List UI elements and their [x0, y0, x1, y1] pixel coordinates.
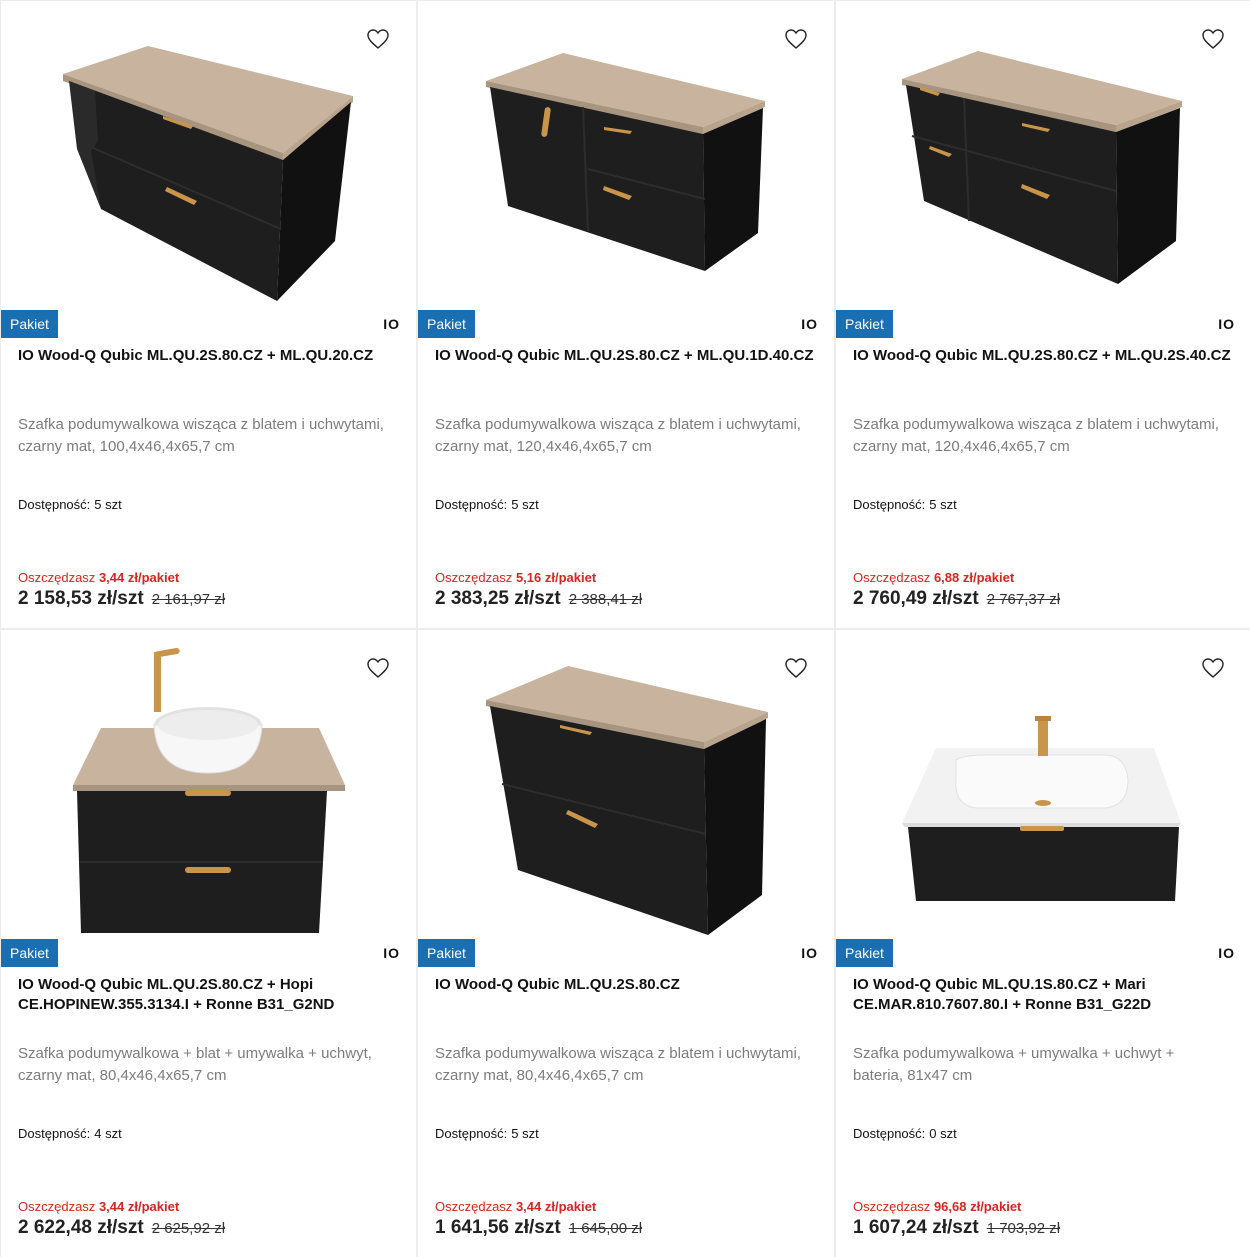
old-price: 2 625,92 zł: [151, 1220, 226, 1237]
savings-value: 3,44 zł/pakiet: [98, 1199, 180, 1214]
availability: Dostępność: 5 szt: [853, 497, 957, 512]
product-description: Szafka podumywalkowa wisząca z blatem i …: [18, 416, 384, 455]
package-badge: Pakiet: [418, 939, 475, 967]
savings-value: 96,68 zł/pakiet: [933, 1199, 1022, 1214]
product-image[interactable]: [836, 630, 1250, 935]
current-price: 1 641,56 zł/szt: [435, 1217, 561, 1238]
brand-label: IO: [383, 316, 400, 332]
wishlist-heart-icon[interactable]: [784, 656, 808, 680]
availability: Dostępność: 0 szt: [853, 1126, 957, 1141]
product-description: Szafka podumywalkowa wisząca z blatem i …: [853, 416, 1219, 455]
availability: Dostępność: 5 szt: [18, 497, 122, 512]
savings: Oszczędzasz 3,44 zł/pakiet: [18, 1199, 179, 1214]
availability: Dostępność: 5 szt: [435, 1126, 539, 1141]
product-card[interactable]: Pakiet IO IO Wood-Q Qubic ML.QU.1S.80.CZ…: [836, 630, 1250, 1257]
availability-value: 5 szt: [511, 497, 539, 512]
savings-label: Oszczędzasz: [853, 1199, 931, 1214]
product-image[interactable]: [836, 1, 1250, 306]
price: 2 383,25 zł/szt 2 388,41 zł: [435, 588, 642, 610]
availability-label: Dostępność:: [18, 497, 91, 512]
availability-value: 4 szt: [94, 1126, 122, 1141]
availability-value: 5 szt: [94, 497, 122, 512]
savings-label: Oszczędzasz: [18, 1199, 96, 1214]
brand-label: IO: [801, 945, 818, 961]
package-badge: Pakiet: [836, 939, 893, 967]
product-description: Szafka podumywalkowa wisząca z blatem i …: [435, 1045, 801, 1084]
product-title[interactable]: IO Wood-Q Qubic ML.QU.2S.80.CZ: [435, 975, 814, 995]
wishlist-heart-icon[interactable]: [366, 27, 390, 51]
current-price: 1 607,24 zł/szt: [853, 1217, 979, 1238]
savings: Oszczędzasz 3,44 zł/pakiet: [18, 570, 179, 585]
price: 2 622,48 zł/szt 2 625,92 zł: [18, 1217, 225, 1239]
current-price: 2 158,53 zł/szt: [18, 588, 144, 609]
product-title[interactable]: IO Wood-Q Qubic ML.QU.2S.80.CZ + ML.QU.2…: [853, 346, 1231, 366]
brand-label: IO: [801, 316, 818, 332]
product-description: Szafka podumywalkowa + blat + umywalka +…: [18, 1045, 372, 1084]
product-title[interactable]: IO Wood-Q Qubic ML.QU.1S.80.CZ + Mari CE…: [853, 975, 1231, 1015]
savings: Oszczędzasz 96,68 zł/pakiet: [853, 1199, 1021, 1214]
availability: Dostępność: 5 szt: [435, 497, 539, 512]
product-card[interactable]: Pakiet IO IO Wood-Q Qubic ML.QU.2S.80.CZ…: [418, 630, 834, 1257]
savings-label: Oszczędzasz: [853, 570, 931, 585]
availability-label: Dostępność:: [853, 497, 926, 512]
savings: Oszczędzasz 6,88 zł/pakiet: [853, 570, 1014, 585]
product-image[interactable]: [1, 1, 416, 306]
savings-value: 3,44 zł/pakiet: [98, 570, 180, 585]
savings-value: 5,16 zł/pakiet: [515, 570, 597, 585]
product-image[interactable]: [418, 1, 834, 306]
product-card[interactable]: Pakiet IO IO Wood-Q Qubic ML.QU.2S.80.CZ…: [836, 1, 1250, 628]
savings-label: Oszczędzasz: [435, 570, 513, 585]
product-description: Szafka podumywalkowa wisząca z blatem i …: [435, 416, 801, 455]
wishlist-heart-icon[interactable]: [366, 656, 390, 680]
old-price: 1 703,92 zł: [986, 1220, 1061, 1237]
price: 1 607,24 zł/szt 1 703,92 zł: [853, 1217, 1060, 1239]
current-price: 2 760,49 zł/szt: [853, 588, 979, 609]
savings-label: Oszczędzasz: [18, 570, 96, 585]
brand-label: IO: [1218, 316, 1235, 332]
product-image[interactable]: [1, 630, 416, 935]
old-price: 1 645,00 zł: [568, 1220, 643, 1237]
savings-label: Oszczędzasz: [435, 1199, 513, 1214]
product-description: Szafka podumywalkowa + umywalka + uchwyt…: [853, 1045, 1175, 1084]
wishlist-heart-icon[interactable]: [1201, 27, 1225, 51]
product-title[interactable]: IO Wood-Q Qubic ML.QU.2S.80.CZ + ML.QU.1…: [435, 346, 814, 366]
product-grid: Pakiet IO IO Wood-Q Qubic ML.QU.2S.80.CZ…: [0, 0, 1250, 1257]
old-price: 2 767,37 zł: [986, 591, 1061, 608]
old-price: 2 161,97 zł: [151, 591, 226, 608]
availability-value: 5 szt: [929, 497, 957, 512]
package-badge: Pakiet: [1, 939, 58, 967]
product-image[interactable]: [418, 630, 834, 935]
package-badge: Pakiet: [418, 310, 475, 338]
price: 1 641,56 zł/szt 1 645,00 zł: [435, 1217, 642, 1239]
savings-value: 3,44 zł/pakiet: [515, 1199, 597, 1214]
product-card[interactable]: Pakiet IO IO Wood-Q Qubic ML.QU.2S.80.CZ…: [418, 1, 834, 628]
product-title[interactable]: IO Wood-Q Qubic ML.QU.2S.80.CZ + ML.QU.2…: [18, 346, 396, 366]
product-card[interactable]: Pakiet IO IO Wood-Q Qubic ML.QU.2S.80.CZ…: [1, 1, 416, 628]
availability-value: 0 szt: [929, 1126, 957, 1141]
product-title[interactable]: IO Wood-Q Qubic ML.QU.2S.80.CZ + Hopi CE…: [18, 975, 396, 1015]
package-badge: Pakiet: [1, 310, 58, 338]
price: 2 760,49 zł/szt 2 767,37 zł: [853, 588, 1060, 610]
wishlist-heart-icon[interactable]: [784, 27, 808, 51]
brand-label: IO: [1218, 945, 1235, 961]
price: 2 158,53 zł/szt 2 161,97 zł: [18, 588, 225, 610]
availability: Dostępność: 4 szt: [18, 1126, 122, 1141]
package-badge: Pakiet: [836, 310, 893, 338]
product-card[interactable]: Pakiet IO IO Wood-Q Qubic ML.QU.2S.80.CZ…: [1, 630, 416, 1257]
old-price: 2 388,41 zł: [568, 591, 643, 608]
availability-value: 5 szt: [511, 1126, 539, 1141]
savings: Oszczędzasz 5,16 zł/pakiet: [435, 570, 596, 585]
availability-label: Dostępność:: [853, 1126, 926, 1141]
availability-label: Dostępność:: [435, 1126, 508, 1141]
wishlist-heart-icon[interactable]: [1201, 656, 1225, 680]
brand-label: IO: [383, 945, 400, 961]
current-price: 2 383,25 zł/szt: [435, 588, 561, 609]
savings-value: 6,88 zł/pakiet: [933, 570, 1015, 585]
savings: Oszczędzasz 3,44 zł/pakiet: [435, 1199, 596, 1214]
availability-label: Dostępność:: [435, 497, 508, 512]
availability-label: Dostępność:: [18, 1126, 91, 1141]
current-price: 2 622,48 zł/szt: [18, 1217, 144, 1238]
